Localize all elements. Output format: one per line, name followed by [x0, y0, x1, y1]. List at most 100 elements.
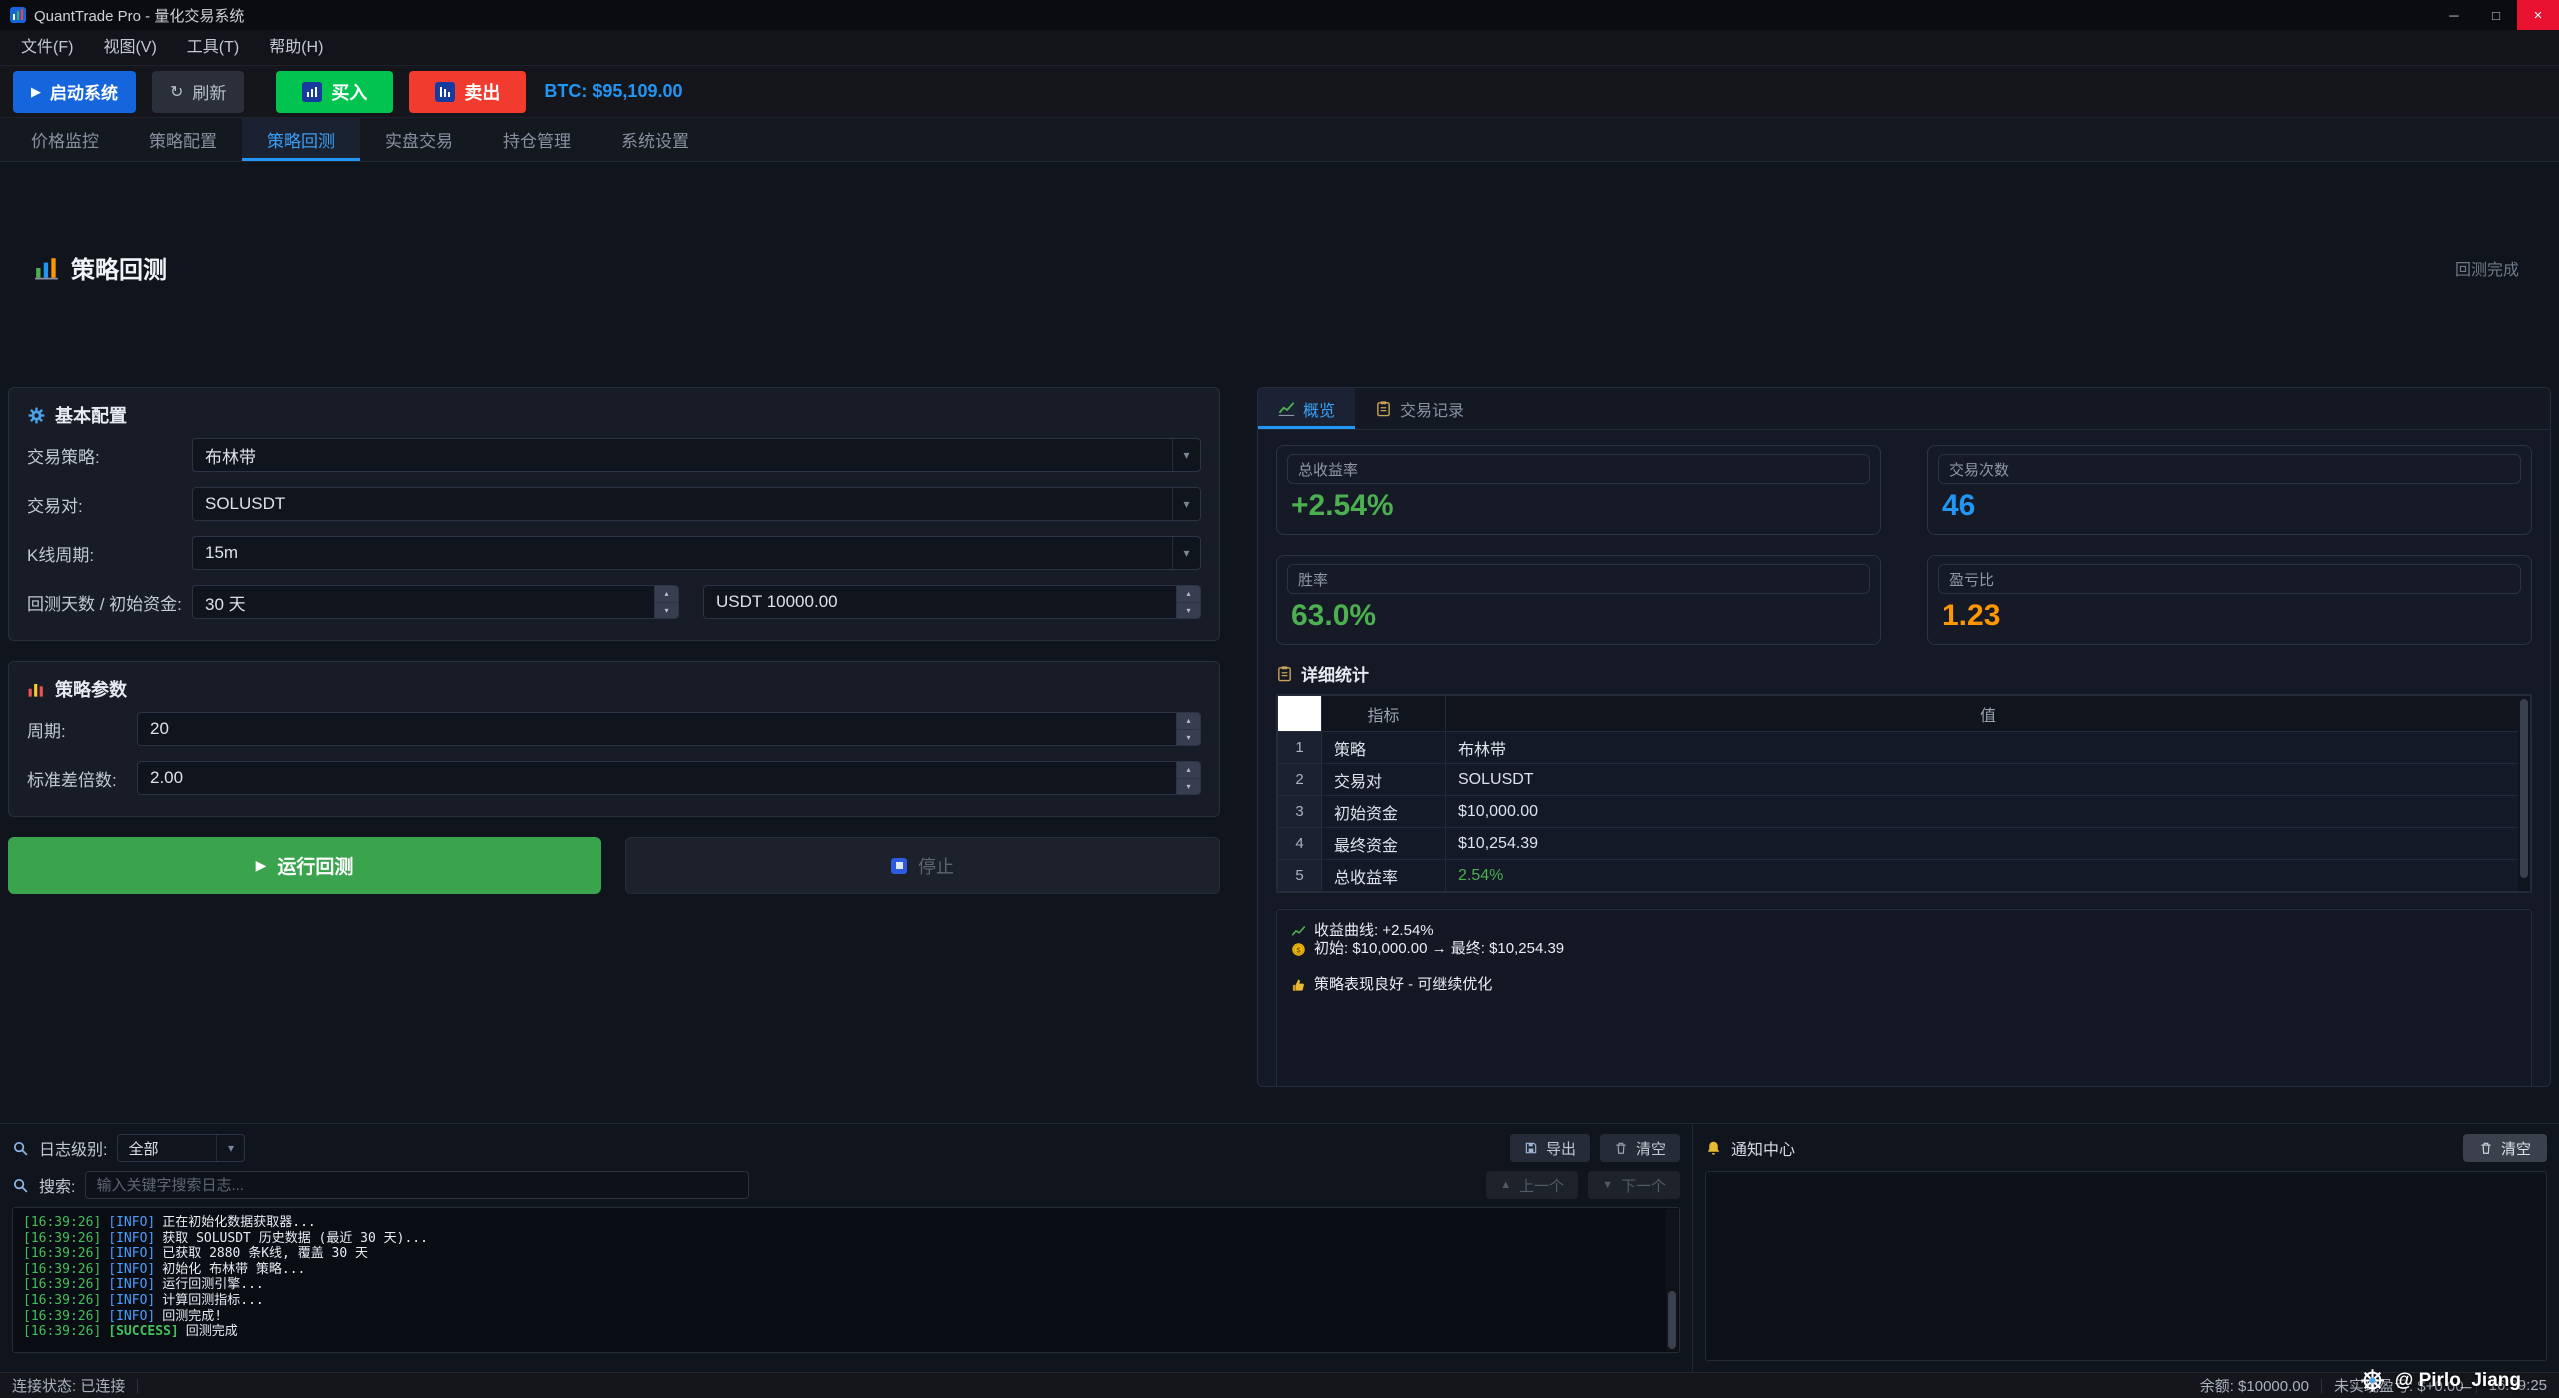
row-number[interactable]: 5: [1278, 860, 1322, 892]
search-icon: [12, 1177, 29, 1194]
row-number[interactable]: 3: [1278, 796, 1322, 828]
tab-price-monitor[interactable]: 价格监控: [6, 118, 124, 161]
log-scrollbar[interactable]: [1666, 1209, 1678, 1351]
value-cell[interactable]: $10,000.00: [1446, 796, 2531, 828]
tab-system-settings[interactable]: 系统设置: [596, 118, 714, 161]
trading-pair-select[interactable]: SOLUSDT ▾: [192, 487, 1201, 521]
kline-period-select[interactable]: 15m ▾: [192, 536, 1201, 570]
table-corner-button[interactable]: [1278, 696, 1322, 732]
spin-down-button[interactable]: ▾: [1176, 779, 1200, 795]
log-output[interactable]: [16:39:26][INFO]正在初始化数据获取器... [16:39:26]…: [12, 1207, 1680, 1353]
log-level-select[interactable]: 全部 ▾: [117, 1134, 245, 1162]
spin-down-button[interactable]: ▾: [654, 603, 678, 619]
watermark: @ Pirlo_Jiang: [2359, 1367, 2521, 1394]
table-row[interactable]: 3 初始资金 $10,000.00: [1278, 796, 2531, 828]
start-system-button[interactable]: ▶ 启动系统: [13, 71, 136, 113]
next-match-button[interactable]: ▼ 下一个: [1588, 1171, 1680, 1199]
clear-notifications-button[interactable]: 清空: [2463, 1134, 2547, 1162]
stddev-multiplier-input[interactable]: 2.00 ▴ ▾: [137, 761, 1201, 795]
minimize-button[interactable]: ─: [2433, 0, 2475, 30]
tab-trade-records[interactable]: 交易记录: [1355, 388, 1484, 429]
tab-position-management[interactable]: 持仓管理: [478, 118, 596, 161]
value-cell[interactable]: $10,254.39: [1446, 828, 2531, 860]
close-button[interactable]: ×: [2517, 0, 2559, 30]
main-tab-bar: 价格监控 策略配置 策略回测 实盘交易 持仓管理 系统设置: [0, 118, 2559, 162]
chevron-down-icon: ▾: [1172, 439, 1200, 471]
menu-item-view[interactable]: 视图(V): [88, 30, 171, 66]
tab-live-trading[interactable]: 实盘交易: [360, 118, 478, 161]
stat-total-return: 总收益率 +2.54%: [1276, 445, 1881, 535]
trash-icon: [2479, 1141, 2493, 1155]
period-label: 周期:: [27, 717, 137, 742]
buy-button[interactable]: 买入: [276, 71, 393, 113]
basic-config-title-text: 基本配置: [55, 402, 127, 428]
value-cell[interactable]: 2.54%: [1446, 860, 2531, 892]
clipboard-icon: [1375, 400, 1392, 417]
spin-up-button[interactable]: ▴: [1176, 762, 1200, 779]
stop-button[interactable]: 停止: [625, 837, 1220, 894]
metric-cell[interactable]: 总收益率: [1322, 860, 1446, 892]
detail-stats-title-text: 详细统计: [1301, 661, 1369, 686]
statusbar-separator: [2321, 1379, 2322, 1393]
app-icon: [10, 7, 26, 23]
trading-pair-select-value: SOLUSDT: [205, 494, 285, 514]
period-input[interactable]: 20 ▴ ▾: [137, 712, 1201, 746]
prev-match-button[interactable]: ▲ 上一个: [1486, 1171, 1578, 1199]
stat-label: 盈亏比: [1938, 564, 2521, 594]
metric-column-header[interactable]: 指标: [1322, 696, 1446, 732]
sell-button[interactable]: 卖出: [409, 71, 526, 113]
initial-capital-value: USDT 10000.00: [716, 592, 838, 612]
refresh-button[interactable]: ↻ 刷新: [152, 71, 244, 113]
chart-up-icon: [302, 82, 322, 102]
row-number[interactable]: 4: [1278, 828, 1322, 860]
run-backtest-button[interactable]: ▶ 运行回测: [8, 837, 601, 894]
stat-value: 1.23: [1942, 596, 2517, 636]
notification-panel: 通知中心 清空: [1692, 1124, 2559, 1372]
spin-up-button[interactable]: ▴: [654, 586, 678, 603]
chevron-down-icon: ▾: [216, 1135, 244, 1161]
initial-capital-input[interactable]: USDT 10000.00 ▴ ▾: [703, 585, 1201, 619]
table-row[interactable]: 4 最终资金 $10,254.39: [1278, 828, 2531, 860]
tab-overview[interactable]: 概览: [1258, 388, 1355, 429]
strategy-select[interactable]: 布林带 ▾: [192, 438, 1201, 472]
row-number[interactable]: 2: [1278, 764, 1322, 796]
spin-up-button[interactable]: ▴: [1176, 586, 1200, 603]
basic-config-card: 基本配置 交易策略: 布林带 ▾ 交易对: SOLUSDT ▾: [8, 387, 1220, 641]
menu-item-file[interactable]: 文件(F): [6, 30, 88, 66]
stat-label: 交易次数: [1938, 454, 2521, 484]
metric-cell[interactable]: 最终资金: [1322, 828, 1446, 860]
row-number[interactable]: 1: [1278, 732, 1322, 764]
metric-cell[interactable]: 交易对: [1322, 764, 1446, 796]
bar-chart-icon: [34, 255, 60, 281]
table-row[interactable]: 5 总收益率 2.54%: [1278, 860, 2531, 892]
table-row[interactable]: 2 交易对 SOLUSDT: [1278, 764, 2531, 796]
chevron-down-icon: ▾: [1172, 488, 1200, 520]
spin-down-button[interactable]: ▾: [1176, 730, 1200, 746]
clear-logs-button[interactable]: 清空: [1600, 1134, 1680, 1162]
export-logs-button[interactable]: 导出: [1510, 1134, 1590, 1162]
page-title: 策略回测: [34, 250, 167, 285]
table-scrollbar[interactable]: [2518, 696, 2530, 891]
metric-cell[interactable]: 初始资金: [1322, 796, 1446, 828]
tab-strategy-backtest[interactable]: 策略回测: [242, 118, 360, 161]
strategy-params-title: 策略参数: [27, 672, 1201, 706]
basic-config-title: 基本配置: [27, 398, 1201, 432]
spin-up-button[interactable]: ▴: [1176, 713, 1200, 730]
value-cell[interactable]: 布林带: [1446, 732, 2531, 764]
tab-strategy-config[interactable]: 策略配置: [124, 118, 242, 161]
menu-item-help[interactable]: 帮助(H): [254, 30, 338, 66]
spin-down-button[interactable]: ▾: [1176, 603, 1200, 619]
menu-item-tools[interactable]: 工具(T): [172, 30, 254, 66]
stat-trade-count: 交易次数 46: [1927, 445, 2532, 535]
connection-status: 连接状态: 已连接: [12, 1375, 125, 1396]
results-panel: 概览 交易记录 总收益率 +2.54% 交易次数 46: [1257, 387, 2551, 1087]
maximize-button[interactable]: □: [2475, 0, 2517, 30]
value-column-header[interactable]: 值: [1446, 696, 2531, 732]
log-search-input[interactable]: [85, 1171, 749, 1199]
backtest-days-input[interactable]: 30 天 ▴ ▾: [192, 585, 679, 619]
table-row[interactable]: 1 策略 布林带: [1278, 732, 2531, 764]
metric-cell[interactable]: 策略: [1322, 732, 1446, 764]
trash-icon: [1614, 1141, 1628, 1155]
statusbar-separator: [137, 1379, 138, 1393]
value-cell[interactable]: SOLUSDT: [1446, 764, 2531, 796]
